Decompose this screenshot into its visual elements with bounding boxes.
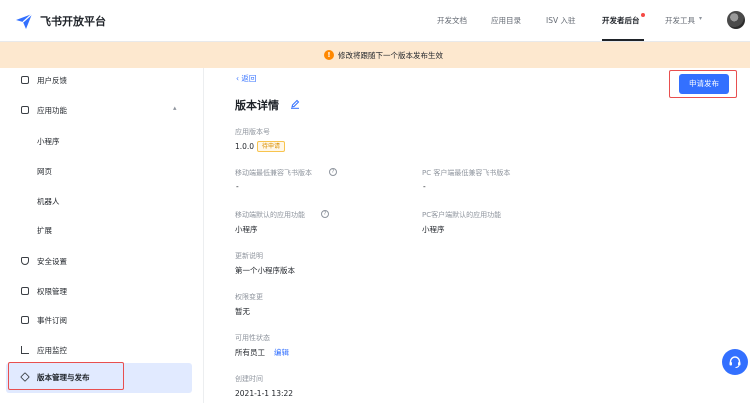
apply-release-button[interactable]: 申请发布	[679, 74, 729, 94]
sidebar-item-miniprogram[interactable]: 小程序	[37, 136, 60, 147]
feishu-logo-icon[interactable]	[14, 11, 34, 31]
changelog-value: 第一个小程序版本	[235, 266, 295, 275]
pc-min-version-label: PC 客户端最低兼容飞书版本	[422, 169, 511, 177]
banner-text: 修改将跟随下一个版本发布生效	[338, 51, 443, 60]
help-icon[interactable]: ?	[321, 210, 329, 218]
pc-min-version-value: -	[423, 182, 426, 191]
nav-app-directory[interactable]: 应用目录	[491, 15, 521, 26]
status-badge: 待申请	[257, 141, 286, 152]
sidebar-item-extension[interactable]: 扩展	[37, 225, 52, 236]
sidebar-item-monitoring[interactable]: 应用监控	[0, 342, 204, 360]
version-label: 应用版本号	[235, 128, 270, 136]
sidebar-item-label: 事件订阅	[37, 316, 67, 325]
sidebar-item-label: 权限管理	[37, 287, 67, 296]
chevron-up-icon[interactable]: ▴	[173, 104, 177, 112]
sidebar-item-bot[interactable]: 机器人	[37, 196, 60, 207]
sidebar-item-feedback[interactable]: 用户反馈	[0, 72, 204, 90]
lock-icon	[21, 287, 29, 295]
sidebar-item-security[interactable]: 安全设置	[0, 253, 204, 271]
sidebar-item-label: 用户反馈	[37, 76, 67, 85]
plus-square-icon	[21, 316, 29, 324]
sidebar-item-label: 应用监控	[37, 346, 67, 355]
notification-dot	[641, 13, 645, 17]
user-avatar[interactable]	[727, 11, 745, 29]
back-label: 返回	[241, 74, 257, 83]
sidebar-item-webpage[interactable]: 网页	[37, 166, 52, 177]
edit-icon[interactable]	[290, 99, 300, 109]
brand-title[interactable]: 飞书开放平台	[40, 13, 106, 29]
nav-developer-console[interactable]: 开发者后台	[602, 15, 640, 26]
customer-service-button[interactable]	[722, 349, 748, 375]
pc-default-feature-value: 小程序	[422, 225, 445, 234]
created-time-label: 创建时间	[235, 375, 263, 383]
nav-docs[interactable]: 开发文档	[437, 15, 467, 26]
help-icon[interactable]: ?	[329, 168, 337, 176]
sidebar-item-permissions[interactable]: 权限管理	[0, 283, 204, 301]
version-value: 1.0.0	[235, 142, 255, 151]
back-link[interactable]: ‹ 返回	[236, 73, 256, 84]
nav-dev-tools[interactable]: 开发工具	[665, 15, 695, 26]
mobile-default-feature-value: 小程序	[235, 225, 258, 234]
mobile-min-version-value: -	[236, 182, 239, 191]
sidebar-item-label: 应用功能	[37, 106, 67, 115]
pc-default-feature-label: PC客户端默认的应用功能	[422, 211, 502, 219]
warning-icon: !	[324, 50, 334, 60]
top-header: 飞书开放平台 开发文档 应用目录 ISV 入驻 开发者后台 开发工具 ▾	[0, 0, 750, 42]
created-time-value: 2021-1-1 13:22	[235, 389, 294, 398]
highlight-box-version-release	[8, 362, 124, 390]
feedback-icon	[21, 76, 29, 84]
headset-icon	[729, 356, 741, 368]
permission-change-value: 暂无	[235, 307, 250, 316]
sidebar-item-events[interactable]: 事件订阅	[0, 312, 204, 330]
availability-label: 可用性状态	[235, 334, 270, 342]
active-nav-underline	[602, 39, 644, 41]
grid-icon	[21, 106, 29, 114]
chart-icon	[21, 346, 29, 354]
shield-icon	[21, 257, 29, 265]
mobile-default-feature-label: 移动端默认的应用功能	[235, 211, 305, 219]
changelog-label: 更新说明	[235, 252, 263, 260]
permission-change-label: 权限变更	[235, 293, 263, 301]
availability-edit-link[interactable]: 编辑	[274, 347, 289, 358]
chevron-down-icon[interactable]: ▾	[699, 15, 702, 22]
sidebar-item-label: 安全设置	[37, 257, 67, 266]
availability-value: 所有员工	[235, 348, 265, 357]
nav-isv[interactable]: ISV 入驻	[546, 15, 576, 26]
page-title: 版本详情	[235, 99, 279, 112]
mobile-min-version-label: 移动端最低兼容飞书版本	[235, 169, 312, 177]
